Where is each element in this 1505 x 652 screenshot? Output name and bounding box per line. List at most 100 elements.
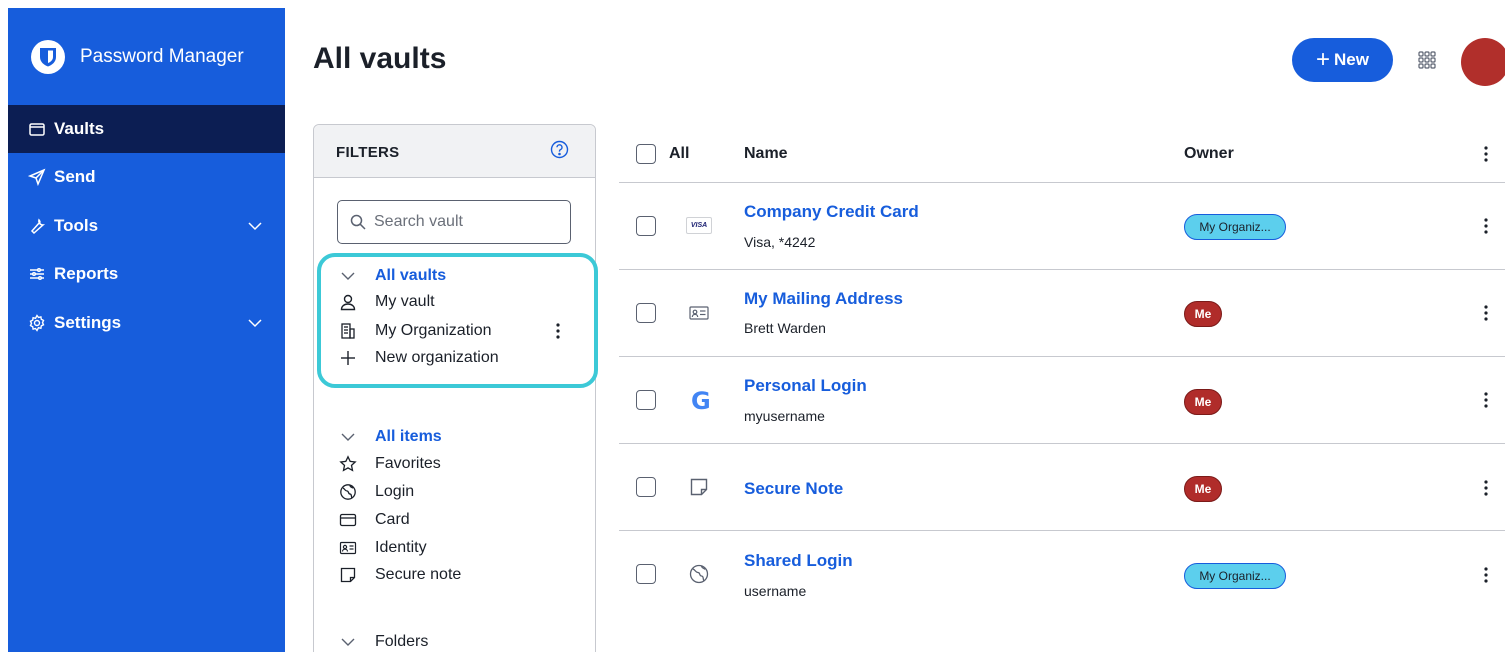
filter-label: All vaults: [375, 267, 447, 284]
filter-my-organization[interactable]: My Organization: [339, 320, 569, 342]
avatar[interactable]: [1461, 38, 1505, 86]
filter-label: Folders: [375, 633, 429, 650]
kebab-menu-icon[interactable]: [1483, 217, 1489, 235]
owner-badge: My Organiz...: [1184, 214, 1286, 240]
row-checkbox[interactable]: [636, 303, 656, 323]
sidebar-item-label: Reports: [54, 264, 119, 283]
visa-icon: VISA: [686, 217, 712, 234]
sidebar-item-label: Settings: [54, 313, 122, 332]
apps-grid-icon[interactable]: [1418, 51, 1436, 69]
gear-icon: [28, 314, 46, 332]
brand[interactable]: Password Manager: [8, 8, 285, 105]
filter-secure-note[interactable]: Secure note: [339, 564, 461, 586]
shield-logo-icon: [31, 39, 65, 74]
sidebar-item-send[interactable]: Send: [8, 153, 285, 201]
item-name-link[interactable]: My Mailing Address: [744, 289, 903, 309]
row-checkbox[interactable]: [636, 390, 656, 410]
note-icon: [686, 475, 712, 499]
item-name-link[interactable]: Secure Note: [744, 479, 843, 499]
filters-title: FILTERS: [336, 144, 400, 161]
sidebar-item-settings[interactable]: Settings: [8, 299, 285, 347]
chevron-down-icon[interactable]: [247, 218, 263, 234]
owner-badge: My Organiz...: [1184, 563, 1286, 589]
item-name-link[interactable]: Company Credit Card: [744, 202, 919, 222]
filter-label: Secure note: [375, 566, 462, 583]
kebab-menu-icon[interactable]: [1483, 566, 1489, 584]
sidebar-item-vaults[interactable]: Vaults: [8, 105, 285, 153]
filter-login[interactable]: Login: [339, 481, 414, 503]
note-icon: [339, 566, 357, 584]
search-input[interactable]: [374, 213, 564, 231]
filter-my-vault[interactable]: My vault: [339, 291, 435, 313]
kebab-menu-icon[interactable]: [1483, 145, 1489, 163]
owner-badge: Me: [1184, 476, 1222, 502]
table-row: My Mailing Address Brett Warden Me: [619, 270, 1505, 357]
select-all-label: All: [669, 145, 690, 162]
item-subtitle: Visa, *4242: [744, 234, 816, 250]
building-icon: [339, 322, 357, 340]
row-checkbox[interactable]: [636, 477, 656, 497]
wrench-icon: [28, 217, 46, 235]
owner-badge: Me: [1184, 301, 1222, 327]
row-checkbox[interactable]: [636, 564, 656, 584]
id-card-icon: [339, 539, 357, 557]
chevron-down-icon: [339, 633, 357, 651]
sidebar: Password Manager Vaults Send Tools Repor…: [8, 8, 285, 652]
sidebar-item-tools[interactable]: Tools: [8, 202, 285, 250]
kebab-menu-icon[interactable]: [1483, 391, 1489, 409]
sidebar-item-label: Tools: [54, 216, 99, 235]
kebab-menu-icon[interactable]: [553, 320, 563, 342]
item-name-link[interactable]: Shared Login: [744, 551, 853, 571]
chevron-down-icon: [339, 428, 357, 446]
help-icon[interactable]: [550, 140, 569, 159]
user-icon: [339, 293, 357, 311]
select-all-checkbox[interactable]: [636, 144, 656, 164]
plus-icon: [339, 349, 357, 367]
send-icon: [28, 168, 46, 186]
sidebar-item-reports[interactable]: Reports: [8, 250, 285, 298]
brand-name: Password Manager: [80, 45, 244, 67]
filter-identity[interactable]: Identity: [339, 537, 427, 559]
chevron-down-icon: [339, 267, 357, 285]
sliders-icon: [28, 265, 46, 283]
filters-header: FILTERS: [314, 125, 595, 178]
kebab-menu-icon[interactable]: [1483, 479, 1489, 497]
globe-icon: [339, 483, 357, 501]
chevron-down-icon[interactable]: [247, 315, 263, 331]
filter-folders[interactable]: Folders: [339, 631, 428, 652]
filter-label: My vault: [375, 293, 435, 310]
table-row: G Personal Login myusername Me: [619, 357, 1505, 444]
search-icon: [350, 214, 366, 230]
filter-label: New organization: [375, 349, 499, 366]
column-header-name[interactable]: Name: [744, 145, 788, 163]
filter-label: Login: [375, 483, 415, 500]
filter-all-items[interactable]: All items: [339, 426, 442, 448]
filter-label: All items: [375, 428, 442, 445]
credit-card-icon: [339, 511, 357, 529]
sidebar-item-label: Vaults: [54, 119, 105, 138]
owner-badge: Me: [1184, 389, 1222, 415]
id-card-icon: [686, 301, 712, 325]
filter-label: Card: [375, 511, 410, 528]
filter-label: Identity: [375, 539, 427, 556]
kebab-menu-icon[interactable]: [1483, 304, 1489, 322]
filter-card[interactable]: Card: [339, 509, 410, 531]
table-row: Shared Login username My Organiz...: [619, 531, 1505, 618]
item-subtitle: myusername: [744, 408, 825, 424]
filter-new-organization[interactable]: New organization: [339, 347, 499, 369]
new-button[interactable]: + New: [1292, 38, 1393, 82]
table-header: All Name Owner: [619, 125, 1505, 183]
new-button-label: New: [1334, 50, 1369, 69]
page-title: All vaults: [313, 42, 447, 75]
filter-label: Favorites: [375, 455, 441, 472]
filter-favorites[interactable]: Favorites: [339, 453, 441, 475]
filter-all-vaults[interactable]: All vaults: [339, 265, 446, 287]
table-row: VISA Company Credit Card Visa, *4242 My …: [619, 183, 1505, 270]
search-box: [337, 200, 571, 244]
item-name-link[interactable]: Personal Login: [744, 376, 867, 396]
star-icon: [339, 455, 357, 473]
row-checkbox[interactable]: [636, 216, 656, 236]
plus-icon: +: [1316, 46, 1331, 73]
column-header-owner[interactable]: Owner: [1184, 145, 1234, 163]
google-icon: G: [691, 387, 711, 415]
